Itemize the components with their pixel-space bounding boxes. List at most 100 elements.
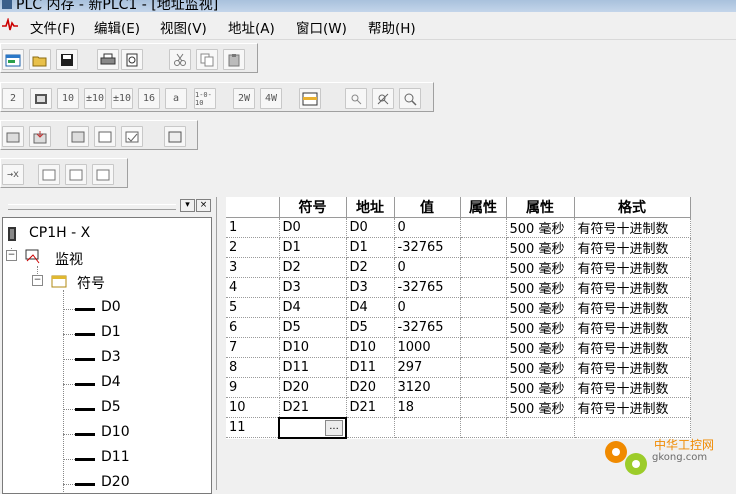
force-cancel-button[interactable] bbox=[92, 164, 114, 185]
cell-symbol[interactable]: D5 bbox=[279, 317, 347, 338]
row-number[interactable]: 10 bbox=[226, 397, 280, 418]
pane-close-button[interactable]: × bbox=[196, 199, 211, 212]
cell-symbol[interactable]: D3 bbox=[279, 277, 347, 298]
cell-period[interactable]: 500 毫秒 bbox=[506, 277, 575, 298]
cell-format[interactable]: 有符号十进制数 bbox=[574, 217, 691, 238]
symbols-expander[interactable]: − bbox=[32, 275, 43, 286]
cell-value[interactable]: 297 bbox=[394, 357, 461, 378]
cell-address[interactable]: D1 bbox=[346, 237, 395, 258]
tree-node-symbols[interactable]: 符号 bbox=[77, 273, 105, 293]
header-value[interactable]: 值 bbox=[394, 197, 461, 218]
cell-value[interactable]: 0 bbox=[394, 257, 461, 278]
cell-address[interactable]: D5 bbox=[346, 317, 395, 338]
tree-node-monitor[interactable]: 监视 bbox=[55, 249, 83, 269]
table-row[interactable]: 5 D4 D4 0 500 毫秒 有符号十进制数 bbox=[226, 297, 691, 318]
cell-format[interactable]: 有符号十进制数 bbox=[574, 257, 691, 278]
active-symbol-cell[interactable]: ... bbox=[278, 416, 347, 439]
row-number[interactable]: 5 bbox=[226, 297, 280, 318]
tree-leaf[interactable]: D1 bbox=[101, 324, 121, 340]
row-number[interactable]: 7 bbox=[226, 337, 280, 358]
cell-attribute[interactable] bbox=[460, 397, 507, 418]
cell-value[interactable] bbox=[394, 417, 461, 438]
cell-value[interactable]: -32765 bbox=[394, 317, 461, 338]
transfer-area-button[interactable] bbox=[94, 126, 116, 147]
cell-period[interactable]: 500 毫秒 bbox=[506, 317, 575, 338]
verify-button[interactable] bbox=[121, 126, 143, 147]
header-format[interactable]: 格式 bbox=[574, 197, 691, 218]
cell-period[interactable]: 500 毫秒 bbox=[506, 257, 575, 278]
row-number[interactable]: 9 bbox=[226, 377, 280, 398]
cell-symbol[interactable]: D0 bbox=[279, 217, 347, 238]
cell-symbol[interactable]: D10 bbox=[279, 337, 347, 358]
force-off-button[interactable] bbox=[65, 164, 87, 185]
cell-attribute[interactable] bbox=[460, 357, 507, 378]
new-button[interactable] bbox=[2, 49, 24, 70]
row-number[interactable]: 2 bbox=[226, 237, 280, 258]
cell-address[interactable]: D2 bbox=[346, 257, 395, 278]
cell-format[interactable]: 有符号十进制数 bbox=[574, 377, 691, 398]
cell-attribute[interactable] bbox=[460, 257, 507, 278]
menu-address[interactable]: 地址(A) bbox=[228, 17, 275, 37]
cell-value[interactable]: -32765 bbox=[394, 237, 461, 258]
cell-address[interactable]: D0 bbox=[346, 217, 395, 238]
waveform-icon[interactable] bbox=[2, 18, 18, 32]
cell-period[interactable]: 500 毫秒 bbox=[506, 357, 575, 378]
word-4w-button[interactable]: 4W bbox=[260, 88, 282, 109]
cell-symbol[interactable]: D1 bbox=[279, 237, 347, 258]
menu-edit[interactable]: 编辑(E) bbox=[94, 17, 140, 37]
cell-attribute[interactable] bbox=[460, 337, 507, 358]
search-button[interactable] bbox=[345, 88, 367, 109]
print-button[interactable] bbox=[97, 49, 119, 70]
monitor-button[interactable] bbox=[299, 88, 321, 109]
row-number[interactable]: 4 bbox=[226, 277, 280, 298]
header-row-number[interactable] bbox=[226, 197, 280, 218]
cell-period[interactable]: 500 毫秒 bbox=[506, 397, 575, 418]
tree-leaf[interactable]: D5 bbox=[101, 399, 121, 415]
clock-button[interactable] bbox=[164, 126, 186, 147]
cell-symbol[interactable]: D11 bbox=[279, 357, 347, 378]
cell-address[interactable]: D11 bbox=[346, 357, 395, 378]
browse-symbol-button[interactable]: ... bbox=[325, 419, 343, 436]
header-address[interactable]: 地址 bbox=[346, 197, 395, 218]
header-attribute[interactable]: 属性 bbox=[460, 197, 507, 218]
tree-leaf[interactable]: D20 bbox=[101, 474, 130, 490]
tree-leaf[interactable]: D3 bbox=[101, 349, 121, 365]
cell-attribute[interactable] bbox=[460, 277, 507, 298]
row-number[interactable]: 3 bbox=[226, 257, 280, 278]
format-signed-decimal-2-button[interactable]: ±10 bbox=[111, 88, 133, 109]
cell-symbol[interactable]: D4 bbox=[279, 297, 347, 318]
table-row[interactable]: 2 D1 D1 -32765 500 毫秒 有符号十进制数 bbox=[226, 237, 691, 258]
cell-format[interactable]: 有符号十进制数 bbox=[574, 357, 691, 378]
cell-attribute[interactable] bbox=[460, 317, 507, 338]
cell-value[interactable]: 18 bbox=[394, 397, 461, 418]
menu-window[interactable]: 窗口(W) bbox=[296, 17, 347, 37]
cut-button[interactable] bbox=[169, 49, 191, 70]
cell-attribute[interactable] bbox=[460, 377, 507, 398]
format-bcd-button[interactable] bbox=[30, 88, 52, 109]
table-row[interactable]: 8 D11 D11 297 500 毫秒 有符号十进制数 bbox=[226, 357, 691, 378]
menu-file[interactable]: 文件(F) bbox=[30, 17, 75, 37]
cell-value[interactable]: 0 bbox=[394, 297, 461, 318]
menu-view[interactable]: 视图(V) bbox=[160, 17, 207, 37]
force-button[interactable]: →x bbox=[2, 164, 24, 185]
open-button[interactable] bbox=[29, 49, 51, 70]
tree-leaf[interactable]: D0 bbox=[101, 299, 121, 315]
copy-button[interactable] bbox=[196, 49, 218, 70]
cell-attribute[interactable] bbox=[460, 417, 507, 438]
paste-button[interactable] bbox=[223, 49, 245, 70]
table-row[interactable]: 6 D5 D5 -32765 500 毫秒 有符号十进制数 bbox=[226, 317, 691, 338]
table-row[interactable]: 7 D10 D10 1000 500 毫秒 有符号十进制数 bbox=[226, 337, 691, 358]
row-number[interactable]: 6 bbox=[226, 317, 280, 338]
cell-format[interactable]: 有符号十进制数 bbox=[574, 277, 691, 298]
cell-period[interactable]: 500 毫秒 bbox=[506, 377, 575, 398]
table-row[interactable]: 1 D0 D0 0 500 毫秒 有符号十进制数 bbox=[226, 217, 691, 238]
cell-symbol[interactable]: D20 bbox=[279, 377, 347, 398]
find-replace-button[interactable] bbox=[372, 88, 394, 109]
zoom-button[interactable] bbox=[399, 88, 421, 109]
cell-period[interactable]: 500 毫秒 bbox=[506, 237, 575, 258]
row-number[interactable]: 8 bbox=[226, 357, 280, 378]
format-binary-button[interactable]: 2 bbox=[2, 88, 24, 109]
cell-format[interactable]: 有符号十进制数 bbox=[574, 337, 691, 358]
table-row[interactable]: 3 D2 D2 0 500 毫秒 有符号十进制数 bbox=[226, 257, 691, 278]
cell-address[interactable] bbox=[346, 417, 395, 438]
